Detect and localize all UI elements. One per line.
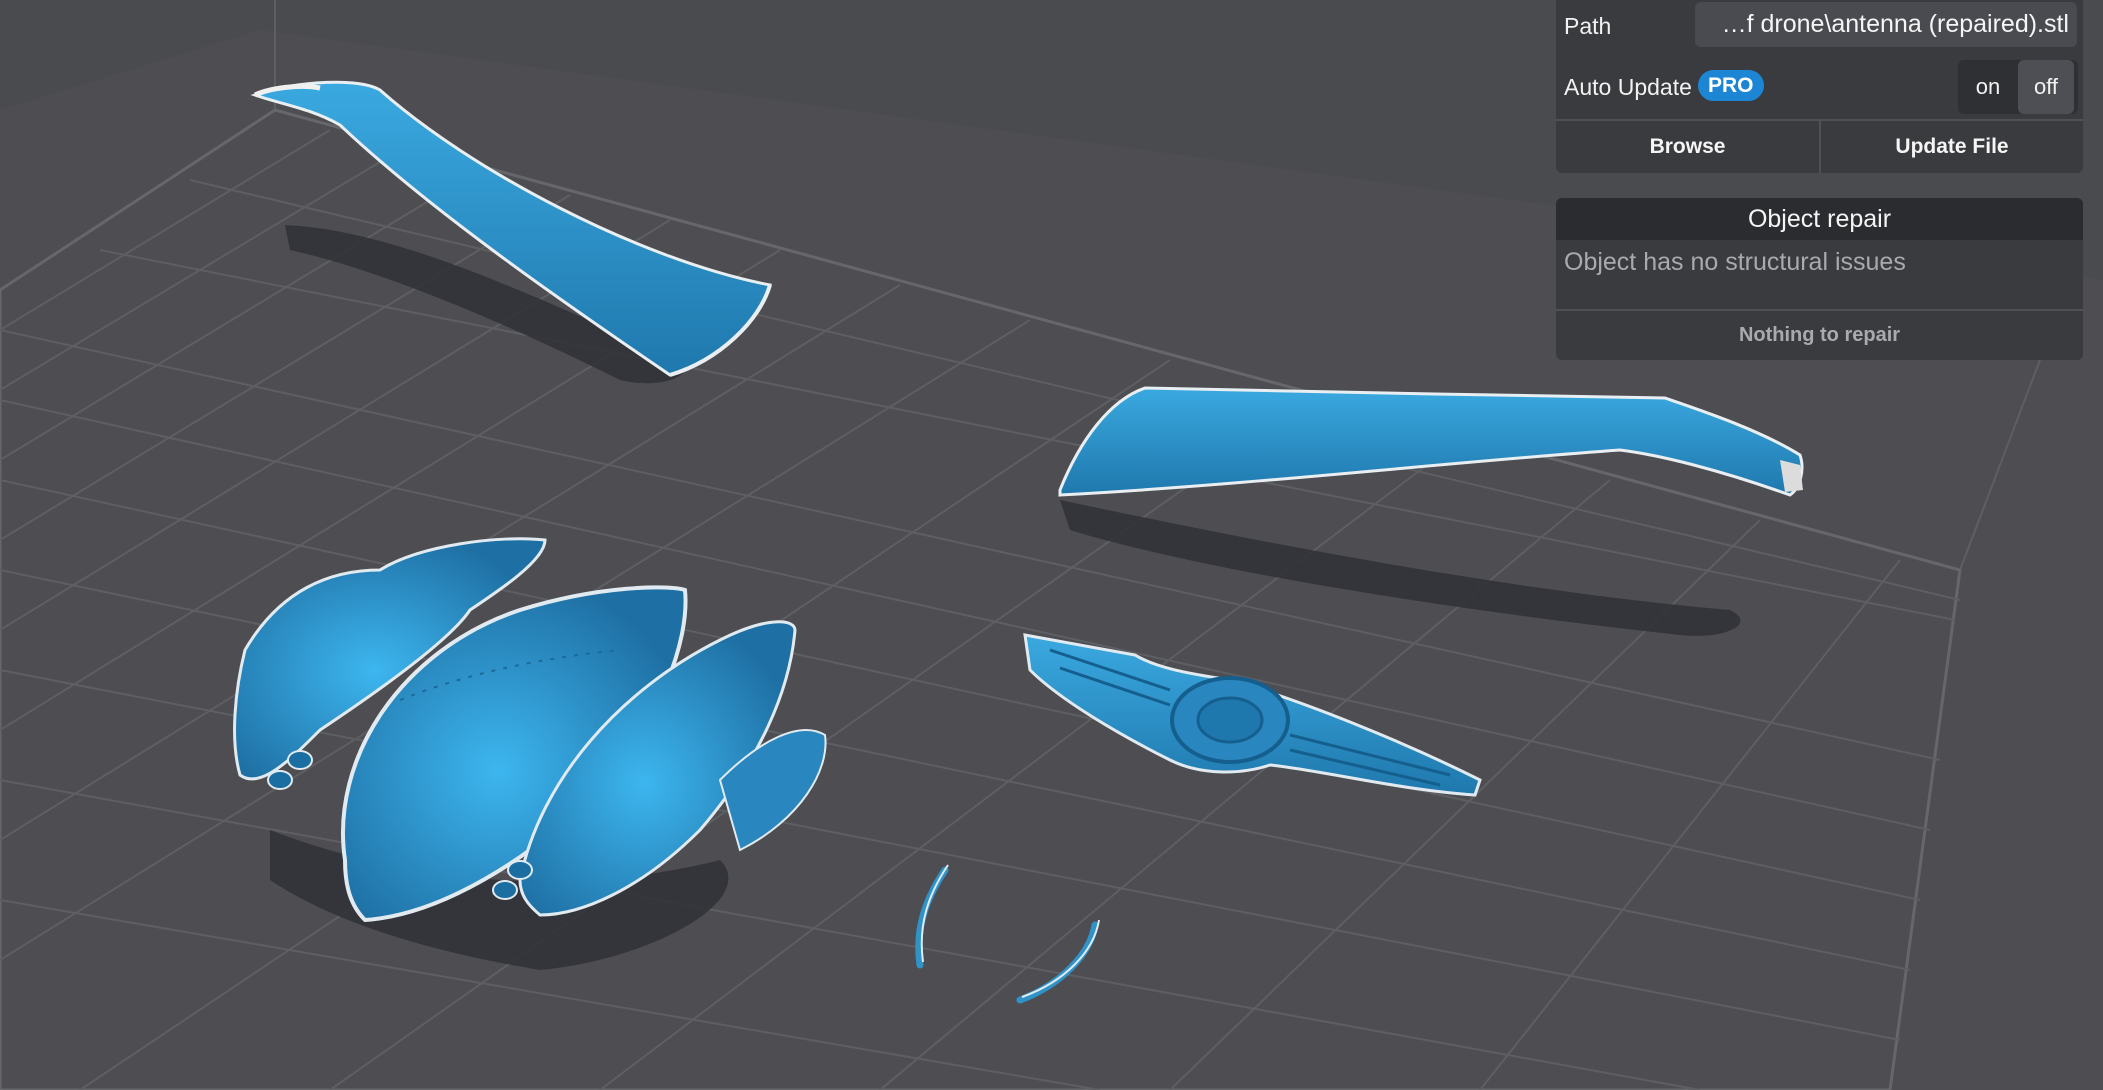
browse-button[interactable]: Browse — [1556, 121, 1819, 173]
object-repair-title: Object repair — [1556, 198, 2083, 240]
toggle-on-option[interactable]: on — [1960, 60, 2016, 114]
repair-button: Nothing to repair — [1738, 324, 1901, 346]
pro-badge: PRO — [1698, 70, 1764, 101]
auto-update-toggle[interactable]: on off — [1958, 60, 2078, 114]
path-label: Path — [1564, 13, 1612, 39]
toggle-off-option[interactable]: off — [2018, 60, 2074, 114]
update-file-button[interactable]: Update File — [1821, 121, 2083, 173]
object-repair-panel: Object repair Object has no structural i… — [1556, 198, 2083, 360]
path-field[interactable]: …f drone\antenna (repaired).stl — [1695, 2, 2077, 47]
right-panel: Path …f drone\antenna (repaired).stl Aut… — [1556, 0, 2083, 360]
repair-status-message: Object has no structural issues — [1564, 248, 1906, 276]
auto-update-label: Auto Update — [1564, 74, 1692, 100]
file-source-panel: Path …f drone\antenna (repaired).stl Aut… — [1556, 0, 2083, 173]
